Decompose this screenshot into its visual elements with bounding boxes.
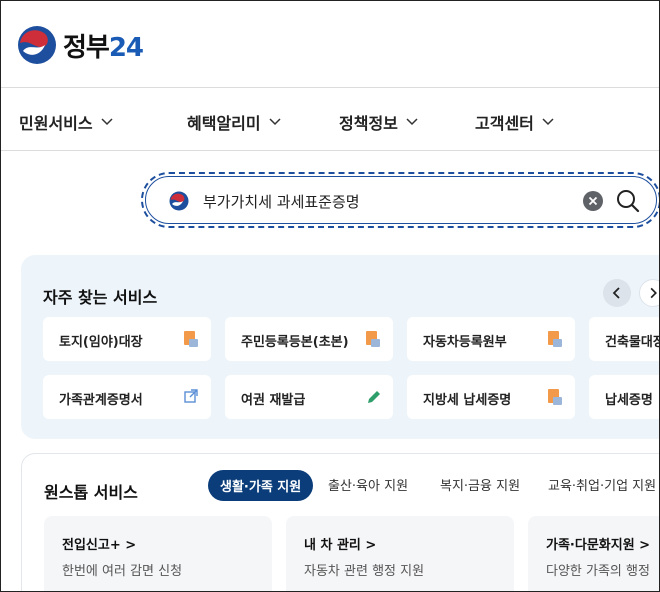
nav-item-customer-center[interactable]: 고객센터: [475, 110, 554, 134]
section-title: 원스톱 서비스: [44, 483, 138, 502]
card-description: 자동차 관련 행정 지원: [304, 564, 425, 579]
government-emblem-icon: [18, 26, 56, 64]
one-stop-services: 원스톱 서비스 생활·가족 지원 출산·육아 지원 복지·금융 지원 교육·취업…: [21, 453, 659, 591]
nav-label: 민원서비스: [19, 114, 93, 133]
service-card[interactable]: 납세증명: [589, 375, 659, 419]
service-card[interactable]: 가족관계증명서: [43, 375, 211, 419]
search-bar: [141, 172, 659, 228]
tab-birth-childcare[interactable]: 출산·육아 지원: [328, 475, 408, 494]
chevron-right-icon[interactable]: [639, 279, 660, 307]
onestop-card[interactable]: 가족·다문화지원 > 다양한 가족의 행정: [528, 516, 659, 591]
chevron-down-icon: [542, 118, 554, 126]
nav-item-benefit-alert[interactable]: 혜택알리미: [187, 110, 281, 134]
chevron-down-icon: [269, 118, 281, 126]
service-label: 지방세 납세증명: [423, 393, 512, 408]
service-label: 건축물대장: [605, 335, 660, 350]
service-card[interactable]: 건축물대장: [589, 317, 660, 361]
tab-welfare-finance[interactable]: 복지·금융 지원: [440, 475, 520, 494]
nav-divider: [1, 150, 659, 151]
service-label: 납세증명: [605, 393, 653, 408]
nav-label: 고객센터: [475, 114, 534, 133]
chevron-down-icon: [101, 118, 113, 126]
external-link-icon: [184, 389, 198, 403]
search-input[interactable]: [203, 188, 583, 214]
service-card[interactable]: 주민등록등본(초본): [225, 317, 393, 361]
card-title: 가족·다문화지원 >: [546, 538, 651, 553]
service-label: 가족관계증명서: [59, 393, 143, 408]
service-label: 토지(임야)대장: [59, 335, 143, 350]
main-nav: 민원서비스 혜택알리미 정책정보 고객센터: [1, 88, 659, 150]
section-title: 자주 찾는 서비스: [43, 288, 158, 307]
search-icon[interactable]: [613, 186, 643, 216]
close-icon[interactable]: [583, 191, 603, 211]
service-card[interactable]: 지방세 납세증명: [407, 375, 575, 419]
nav-item-policy-info[interactable]: 정책정보: [339, 110, 418, 134]
service-card[interactable]: 자동차등록원부: [407, 317, 575, 361]
nav-label: 정책정보: [339, 114, 398, 133]
nav-label: 혜택알리미: [187, 114, 261, 133]
card-description: 한번에 여러 감면 신청: [62, 564, 183, 579]
chevron-left-icon[interactable]: [603, 279, 631, 307]
logo[interactable]: 정부24: [17, 25, 144, 65]
chevron-down-icon: [406, 118, 418, 126]
service-card[interactable]: 여권 재발급: [225, 375, 393, 419]
service-card[interactable]: 토지(임야)대장: [43, 317, 211, 361]
document-icon: [548, 389, 562, 405]
document-icon: [366, 331, 380, 347]
document-icon: [548, 331, 562, 347]
card-title: 내 차 관리 >: [304, 538, 377, 553]
service-label: 여권 재발급: [241, 393, 306, 408]
card-description: 다양한 가족의 행정: [546, 564, 650, 579]
service-label: 주민등록등본(초본): [241, 335, 349, 350]
onestop-card[interactable]: 전입신고+ > 한번에 여러 감면 신청: [44, 516, 272, 591]
government-emblem-icon: [169, 191, 189, 211]
page: 정부24 민원서비스 혜택알리미 정책정보 고객센터 부가가치세 과세표준증명 …: [0, 0, 660, 592]
nav-item-civil-service[interactable]: 민원서비스: [19, 110, 113, 134]
tab-life-family[interactable]: 생활·가족 지원: [208, 470, 314, 501]
logo-text: 정부24: [63, 32, 144, 63]
header: 정부24: [1, 1, 659, 87]
service-label: 자동차등록원부: [423, 335, 507, 350]
document-icon: [184, 331, 198, 347]
frequent-services-panel: 자주 찾는 서비스 토지(임야)대장 주민등록등본(초본) 자동차등록원부 건축…: [21, 255, 660, 439]
onestop-card[interactable]: 내 차 관리 > 자동차 관련 행정 지원: [286, 516, 514, 591]
pencil-icon: [368, 391, 380, 403]
tab-education-employment[interactable]: 교육·취업·기업 지원: [548, 475, 656, 494]
card-title: 전입신고+ >: [62, 538, 137, 553]
